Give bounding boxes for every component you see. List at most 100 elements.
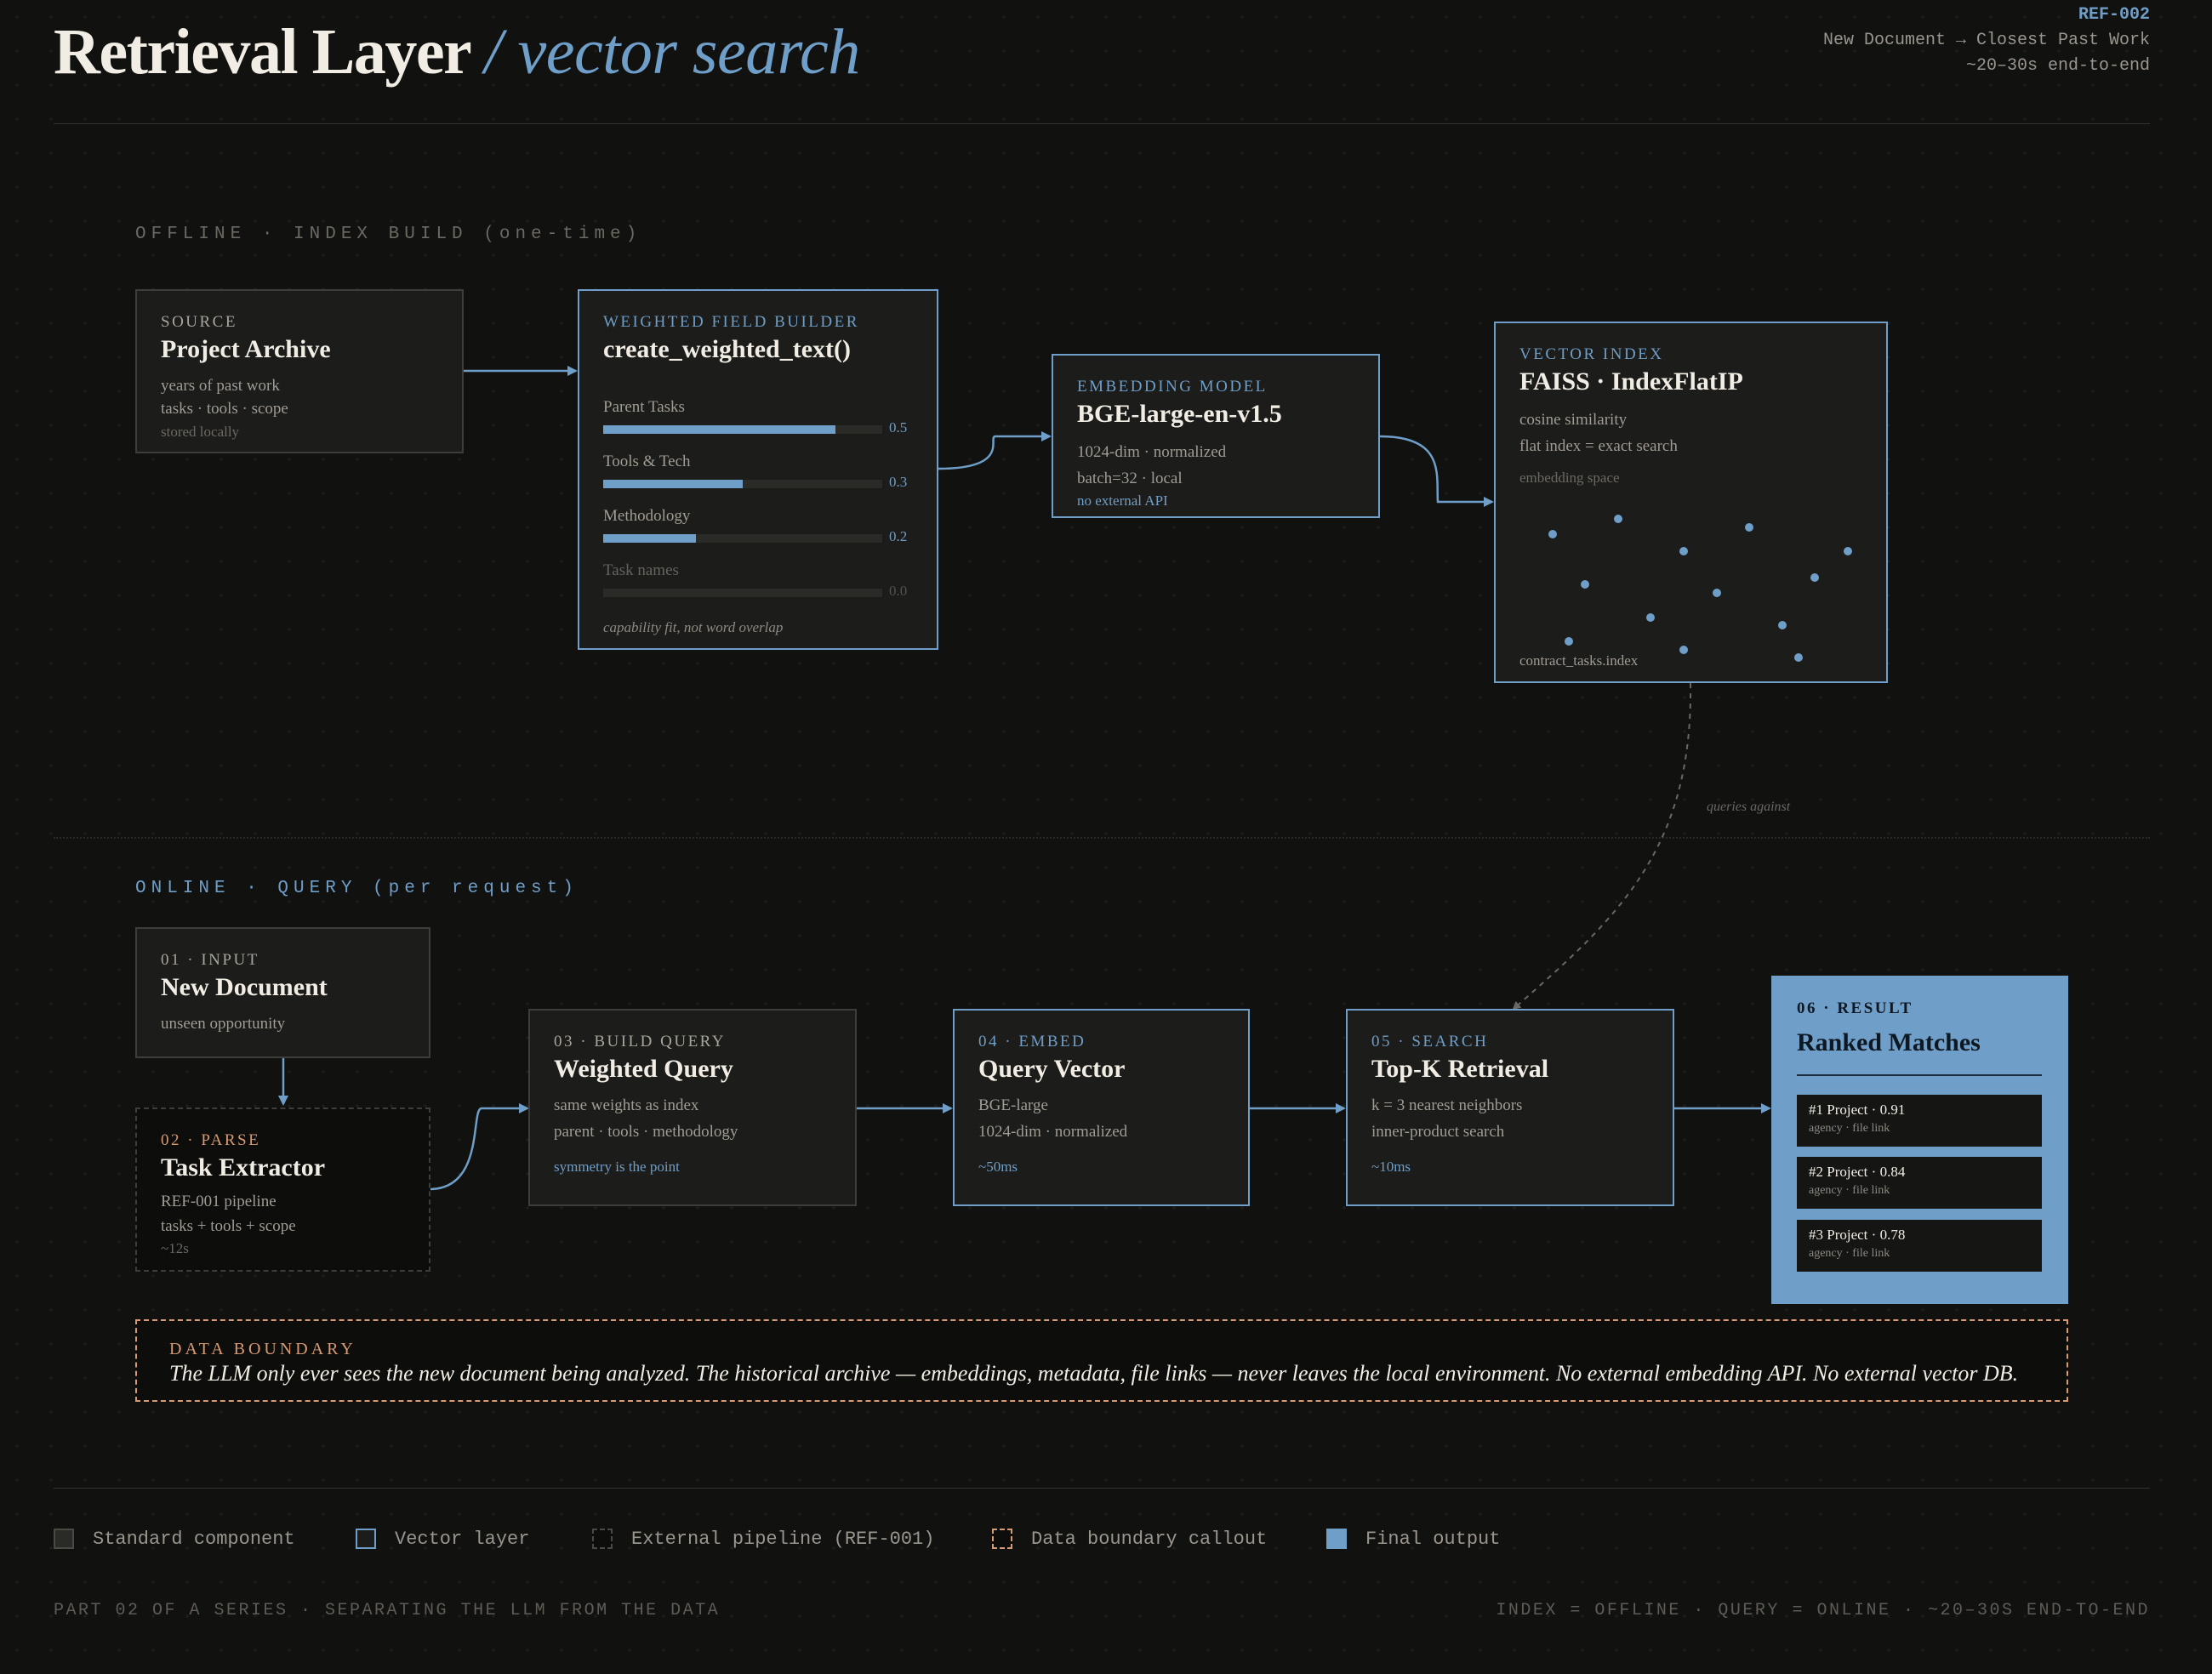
arrow-index-to-search [1512, 682, 1692, 1011]
field-weight-row: Task names 0.0 [603, 561, 909, 599]
input-line: unseen opportunity [161, 1015, 286, 1033]
parse-title: Task Extractor [161, 1153, 326, 1181]
field-weight-row: Parent Tasks 0.5 [603, 398, 909, 436]
embed-line: 1024-dim · normalized [978, 1123, 1128, 1141]
parse-kicker: 02 · PARSE [161, 1131, 261, 1149]
embedding-space-scatter [1548, 515, 1852, 662]
legend-divider [54, 1488, 2150, 1489]
source-note: stored locally [161, 424, 240, 440]
embedding-point [1794, 653, 1803, 662]
flow-connectors [278, 366, 1771, 1191]
field-label: Methodology [603, 507, 691, 525]
match-label: #2 Project · 0.84 [1809, 1164, 1906, 1180]
field-label: Tools & Tech [603, 453, 691, 470]
match-card[interactable]: #3 Project · 0.78 agency · file link [1797, 1220, 2042, 1272]
legend-label: Data boundary callout [1031, 1528, 1268, 1550]
embedding-point [1778, 621, 1787, 629]
field-weight-row: Methodology 0.2 [603, 507, 909, 544]
footer-summary: INDEX = OFFLINE · QUERY = ONLINE · ~20–3… [1496, 1601, 2150, 1620]
embed-line: BGE-large [978, 1096, 1048, 1114]
field-weight-bar [603, 534, 696, 543]
legend-vector: Vector layer [356, 1526, 529, 1552]
field-weight-value: 0.5 [889, 419, 908, 436]
embedding-point [1679, 646, 1688, 654]
embedding-point [1614, 515, 1622, 523]
field-weight-value: 0.0 [889, 583, 908, 599]
footer-series-note: PART 02 OF A SERIES · SEPARATING THE LLM… [54, 1601, 721, 1620]
search-title: Top-K Retrieval [1371, 1055, 1549, 1083]
input-title: New Document [161, 973, 328, 1001]
legend-swatch-external [592, 1529, 613, 1549]
build-query-kicker: 03 · BUILD QUERY [554, 1033, 727, 1051]
build-query-title: Weighted Query [554, 1055, 733, 1083]
embed-kicker: 04 · EMBED [978, 1033, 1086, 1051]
source-line: years of past work [161, 377, 280, 395]
embedding-point [1713, 589, 1721, 597]
search-line: inner-product search [1371, 1123, 1505, 1141]
match-sub: agency · file link [1809, 1247, 1890, 1260]
result-kicker: 06 · RESULT [1797, 999, 1913, 1017]
arrow-builder-to-embedding [938, 431, 1052, 470]
match-sub: agency · file link [1809, 1184, 1890, 1197]
embedding-point [1844, 547, 1852, 555]
source-kicker: SOURCE [161, 313, 237, 331]
embedding-point [1810, 573, 1819, 582]
boundary-text: The LLM only ever sees the new document … [169, 1361, 2019, 1386]
match-sub: agency · file link [1809, 1122, 1890, 1135]
embedding-note: no external API [1077, 493, 1168, 509]
builder-title: create_weighted_text() [603, 335, 851, 363]
legend-label: Vector layer [395, 1528, 530, 1550]
source-title: Project Archive [161, 335, 331, 363]
legend-label: Standard component [93, 1528, 295, 1550]
legend-boundary: Data boundary callout [992, 1526, 1267, 1552]
embed-timing: ~50ms [978, 1159, 1018, 1175]
search-timing: ~10ms [1371, 1159, 1411, 1175]
field-weight-row: Tools & Tech 0.3 [603, 453, 909, 490]
embed-title: Query Vector [978, 1055, 1126, 1083]
match-card[interactable]: #2 Project · 0.84 agency · file link [1797, 1157, 2042, 1209]
field-label: Parent Tasks [603, 398, 685, 416]
field-weight-value: 0.3 [889, 474, 908, 490]
arrow-embedding-to-index [1379, 435, 1494, 507]
connector-label: queries against [1707, 800, 1791, 814]
match-card[interactable]: #1 Project · 0.91 agency · file link [1797, 1095, 2042, 1147]
input-kicker: 01 · INPUT [161, 951, 259, 969]
query-vector-box: 04 · EMBED Query Vector BGE-large 1024-d… [953, 1009, 1250, 1206]
embedding-line: 1024-dim · normalized [1077, 443, 1227, 461]
index-file-name: contract_tasks.index [1519, 652, 1639, 669]
field-weight-track [603, 480, 882, 488]
result-title-underline [1797, 1074, 2042, 1076]
build-query-line: same weights as index [554, 1096, 699, 1114]
embedding-point [1745, 523, 1753, 532]
field-weight-track [603, 534, 882, 543]
vector-index-box: VECTOR INDEX FAISS · IndexFlatIP cosine … [1494, 322, 1888, 683]
search-kicker: 05 · SEARCH [1371, 1033, 1489, 1051]
legend-swatch-boundary [992, 1529, 1012, 1549]
embedding-point [1565, 637, 1573, 646]
legend-swatch-output [1326, 1529, 1347, 1549]
legend-swatch-standard [54, 1529, 74, 1549]
source-line: tasks · tools · scope [161, 400, 288, 418]
field-weight-bar [603, 425, 835, 434]
field-weight-bar [603, 480, 743, 488]
legend-label: External pipeline (REF-001) [631, 1528, 935, 1550]
parse-note: ~12s [161, 1240, 189, 1256]
builder-caption: capability fit, not word overlap [603, 619, 784, 635]
legend-standard: Standard component [54, 1526, 295, 1552]
parse-line: tasks + tools + scope [161, 1217, 296, 1235]
parse-line: REF-001 pipeline [161, 1193, 276, 1210]
field-weight-value: 0.2 [889, 528, 908, 544]
result-title: Ranked Matches [1797, 1028, 1981, 1056]
match-label: #3 Project · 0.78 [1809, 1227, 1906, 1243]
embedding-kicker: EMBEDDING MODEL [1077, 378, 1268, 396]
boundary-kicker: DATA BOUNDARY [169, 1340, 356, 1358]
legend-external: External pipeline (REF-001) [592, 1526, 934, 1552]
input-document-box: 01 · INPUT New Document unseen opportuni… [135, 927, 430, 1058]
legend-output: Final output [1326, 1526, 1500, 1552]
search-line: k = 3 nearest neighbors [1371, 1096, 1523, 1114]
field-label: Task names [603, 561, 679, 579]
embedding-model-box: EMBEDDING MODEL BGE-large-en-v1.5 1024-d… [1052, 354, 1380, 518]
build-query-line: parent · tools · methodology [554, 1123, 738, 1141]
embedding-title: BGE-large-en-v1.5 [1077, 400, 1282, 428]
weighted-query-box: 03 · BUILD QUERY Weighted Query same wei… [528, 1009, 857, 1206]
